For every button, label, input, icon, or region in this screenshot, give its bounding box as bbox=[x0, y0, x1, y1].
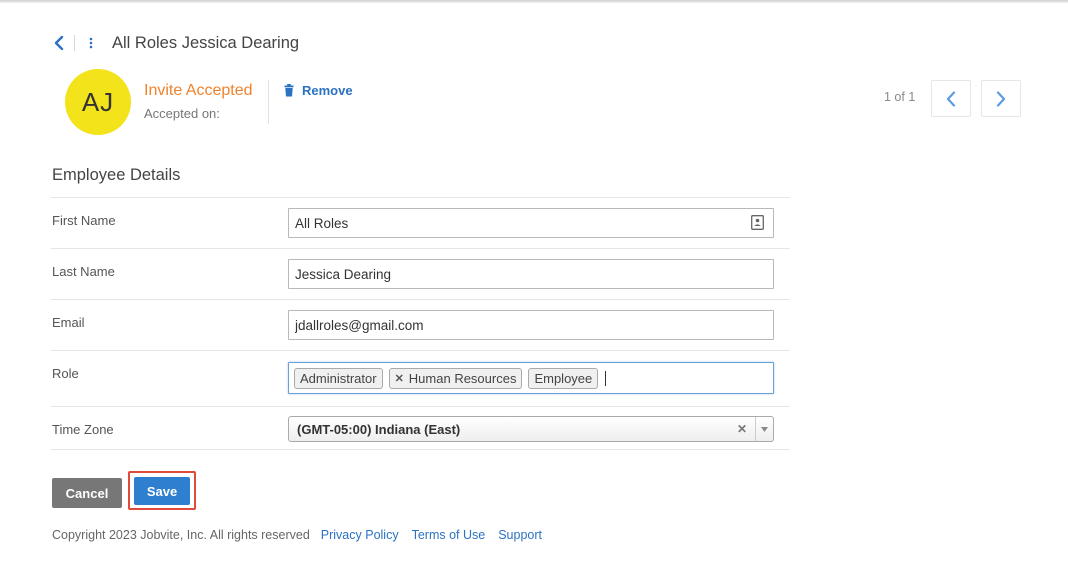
remove-tag-icon[interactable]: ✕ bbox=[395, 372, 404, 385]
first-name-row: First Name bbox=[51, 198, 790, 249]
first-name-input[interactable] bbox=[288, 208, 774, 238]
role-row: Role Administrator ✕ Human Resources Emp… bbox=[51, 351, 790, 407]
last-name-label: Last Name bbox=[52, 264, 115, 279]
copyright-text: Copyright 2023 Jobvite, Inc. All rights … bbox=[52, 528, 310, 542]
time-zone-value: (GMT-05:00) Indiana (East) bbox=[297, 421, 461, 437]
text-caret bbox=[605, 370, 607, 386]
role-tag-label: Human Resources bbox=[408, 370, 517, 386]
role-tag-employee: Employee bbox=[528, 367, 599, 389]
avatar: AJ bbox=[65, 69, 131, 135]
dropdown-arrow-icon[interactable] bbox=[755, 417, 773, 441]
chevron-left-icon bbox=[946, 90, 956, 107]
page-title: All Roles Jessica Dearing bbox=[112, 34, 300, 52]
role-tag-administrator: Administrator bbox=[294, 367, 383, 389]
email-label: Email bbox=[52, 315, 85, 330]
cancel-button[interactable]: Cancel bbox=[52, 478, 122, 508]
time-zone-label: Time Zone bbox=[52, 422, 114, 437]
email-row: Email bbox=[51, 300, 790, 351]
accepted-on-label: Accepted on: bbox=[144, 106, 220, 121]
remove-button[interactable]: Remove bbox=[284, 83, 353, 98]
back-button[interactable] bbox=[50, 34, 68, 52]
trash-icon bbox=[284, 84, 294, 97]
avatar-initials: AJ bbox=[81, 86, 115, 117]
employee-details-form: First Name Last Name Email Role Administ… bbox=[51, 197, 790, 450]
section-title: Employee Details bbox=[52, 166, 181, 184]
first-name-field-wrap bbox=[288, 208, 774, 238]
last-name-row: Last Name bbox=[51, 249, 790, 300]
time-zone-row: Time Zone (GMT-05:00) Indiana (East) ✕ bbox=[51, 407, 790, 450]
role-tag-label: Employee bbox=[534, 370, 593, 386]
chevron-left-icon bbox=[54, 36, 64, 50]
email-input[interactable] bbox=[288, 310, 774, 340]
clear-icon[interactable]: ✕ bbox=[737, 422, 747, 436]
time-zone-select[interactable]: (GMT-05:00) Indiana (East) ✕ bbox=[288, 416, 774, 442]
role-tag-label: Administrator bbox=[300, 370, 377, 386]
remove-label: Remove bbox=[302, 83, 353, 98]
time-zone-field-wrap: (GMT-05:00) Indiana (East) ✕ bbox=[288, 416, 774, 442]
previous-record-button[interactable] bbox=[931, 80, 971, 117]
role-multiselect[interactable]: Administrator ✕ Human Resources Employee bbox=[288, 362, 774, 394]
role-tag-human-resources: ✕ Human Resources bbox=[388, 367, 523, 389]
contact-card-icon[interactable] bbox=[751, 215, 764, 230]
invite-status: Invite Accepted bbox=[144, 82, 253, 99]
role-field-wrap: Administrator ✕ Human Resources Employee bbox=[288, 362, 774, 394]
email-field-wrap bbox=[288, 310, 774, 340]
more-options-button[interactable] bbox=[84, 34, 98, 52]
profile-divider bbox=[268, 80, 269, 124]
top-shadow bbox=[0, 0, 1068, 3]
chevron-right-icon bbox=[996, 90, 1006, 107]
support-link[interactable]: Support bbox=[498, 528, 542, 542]
role-label: Role bbox=[52, 366, 79, 381]
kebab-menu-icon bbox=[89, 37, 93, 49]
last-name-input[interactable] bbox=[288, 259, 774, 289]
header-divider bbox=[74, 35, 75, 51]
next-record-button[interactable] bbox=[981, 80, 1021, 117]
footer: Copyright 2023 Jobvite, Inc. All rights … bbox=[52, 528, 555, 542]
first-name-label: First Name bbox=[52, 213, 116, 228]
pager-count: 1 of 1 bbox=[884, 90, 916, 104]
last-name-field-wrap bbox=[288, 259, 774, 289]
privacy-policy-link[interactable]: Privacy Policy bbox=[321, 528, 399, 542]
save-button[interactable]: Save bbox=[134, 477, 190, 505]
terms-of-use-link[interactable]: Terms of Use bbox=[412, 528, 486, 542]
